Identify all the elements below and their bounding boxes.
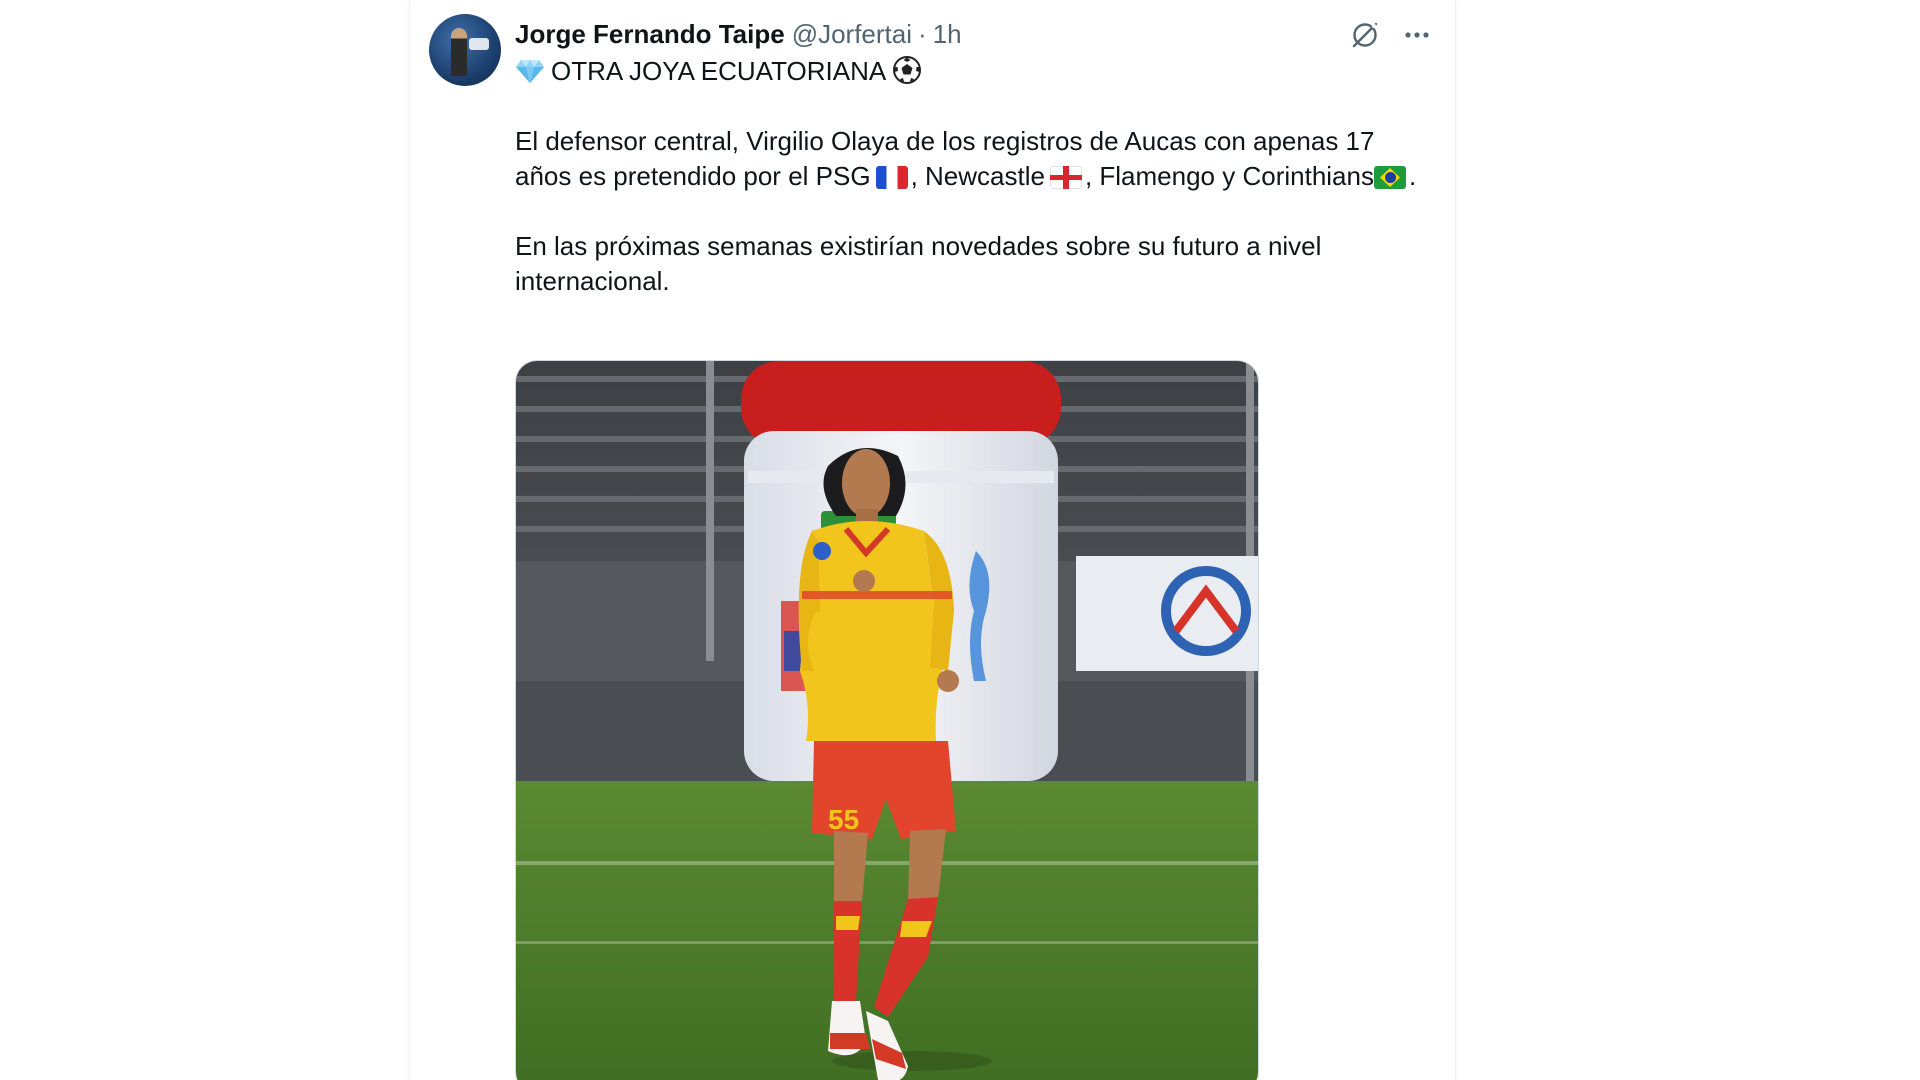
paragraph1-part4: . bbox=[1408, 161, 1417, 191]
author-handle[interactable]: @Jorfertai bbox=[792, 19, 912, 50]
player-photo: 55 bbox=[516, 361, 1258, 1080]
paragraph1-part2: , Newcastle bbox=[910, 161, 1045, 191]
author-name[interactable]: Jorge Fernando Taipe bbox=[515, 19, 785, 50]
tweet-header: Jorge Fernando Taipe @Jorfertai · 1h bbox=[515, 16, 962, 52]
flag-england-icon bbox=[1049, 166, 1082, 189]
flag-france-icon bbox=[875, 166, 908, 189]
avatar-logo bbox=[469, 38, 489, 50]
tweet-text: OTRA JOYA ECUATORIANA El defensor centra… bbox=[515, 54, 1435, 299]
avatar-person bbox=[451, 28, 467, 76]
more-icon[interactable] bbox=[1400, 18, 1434, 52]
tweet-paragraph-1: El defensor central, Virgilio Olaya de l… bbox=[515, 124, 1435, 194]
tweet-card[interactable]: Jorge Fernando Taipe @Jorfertai · 1h OTR… bbox=[410, 0, 1455, 1080]
tweet-media-photo[interactable]: 55 bbox=[515, 360, 1259, 1080]
svg-text:55: 55 bbox=[828, 804, 859, 835]
tweet-paragraph-2: En las próximas semanas existirían noved… bbox=[515, 231, 1322, 296]
flag-brazil-icon bbox=[1373, 166, 1406, 189]
grok-icon[interactable] bbox=[1348, 18, 1382, 52]
flag-brazil-globe bbox=[1384, 172, 1396, 183]
paragraph1-part3: , Flamengo y Corinthians bbox=[1084, 161, 1374, 191]
gem-icon bbox=[516, 60, 544, 83]
avatar[interactable] bbox=[429, 14, 501, 86]
tweet-headline-line: OTRA JOYA ECUATORIANA bbox=[515, 54, 1435, 89]
tweet-headline: OTRA JOYA ECUATORIANA bbox=[551, 56, 887, 86]
page-background: Jorge Fernando Taipe @Jorfertai · 1h OTR… bbox=[0, 0, 1920, 1080]
header-separator: · bbox=[918, 18, 927, 49]
soccer-ball-icon bbox=[893, 56, 922, 84]
timestamp[interactable]: 1h bbox=[933, 19, 962, 50]
